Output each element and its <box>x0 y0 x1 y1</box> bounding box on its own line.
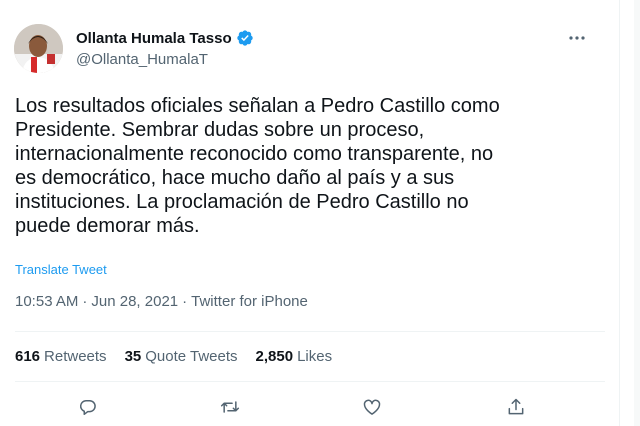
translate-tweet-link[interactable]: Translate Tweet <box>15 262 107 277</box>
quote-tweets-stat[interactable]: 35 Quote Tweets <box>125 348 238 365</box>
retweet-icon[interactable] <box>217 394 243 420</box>
quote-tweets-label: Quote Tweets <box>145 348 238 365</box>
tweet-date[interactable]: Jun 28, 2021 <box>91 293 178 310</box>
retweets-stat[interactable]: 616 Retweets <box>15 348 107 365</box>
author-display-name[interactable]: Ollanta Humala Tasso <box>76 30 232 47</box>
quote-tweets-count: 35 <box>124 348 142 365</box>
author-handle[interactable]: @Ollanta_HumalaT <box>76 51 208 68</box>
verified-badge-icon <box>236 29 254 47</box>
likes-label: Likes <box>297 348 333 365</box>
likes-stat[interactable]: 2,850 Likes <box>256 348 333 365</box>
avatar-image <box>14 24 63 73</box>
engagement-stats: 616 Retweets 35 Quote Tweets 2,850 Likes <box>15 348 332 365</box>
tweet-meta: 10:53 AM · Jun 28, 2021 · Twitter for iP… <box>15 293 308 310</box>
reply-icon[interactable] <box>75 394 101 420</box>
more-options-icon[interactable] <box>566 28 588 48</box>
page-edge <box>634 0 640 426</box>
tweet-card: Ollanta Humala Tasso @Ollanta_HumalaT Lo… <box>0 0 620 426</box>
action-bar <box>0 394 620 420</box>
author-name-row: Ollanta Humala Tasso <box>76 29 254 47</box>
avatar[interactable] <box>14 24 63 73</box>
tweet-source[interactable]: Twitter for iPhone <box>191 293 308 310</box>
tweet-text: Los resultados oficiales señalan a Pedro… <box>15 95 500 237</box>
meta-separator: · <box>82 293 88 310</box>
tweet-time[interactable]: 10:53 AM <box>15 293 78 310</box>
meta-separator: · <box>182 293 188 310</box>
retweets-count: 616 <box>15 348 41 365</box>
share-icon[interactable] <box>503 394 529 420</box>
like-icon[interactable] <box>359 394 385 420</box>
likes-count: 2,850 <box>255 348 294 365</box>
divider <box>15 331 605 332</box>
retweets-label: Retweets <box>44 348 107 365</box>
divider <box>15 381 605 382</box>
